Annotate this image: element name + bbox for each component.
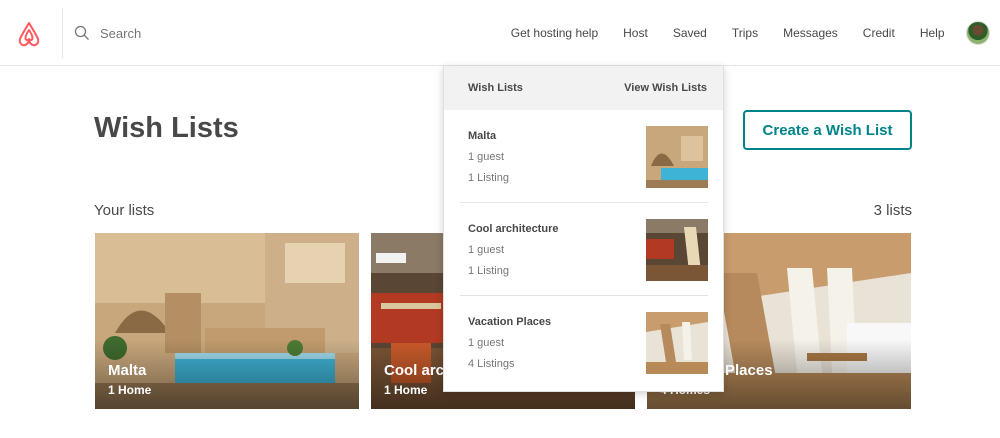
- top-nav: Get hosting help Host Saved Trips Messag…: [498, 0, 1000, 66]
- list-guests: 1 guest: [468, 244, 505, 256]
- nav-host[interactable]: Host: [611, 26, 661, 40]
- cool-architecture-thumbnail: [646, 219, 708, 281]
- list-listings: 4 Listings: [468, 358, 515, 370]
- nav-get-hosting-help[interactable]: Get hosting help: [498, 26, 610, 40]
- nav-trips[interactable]: Trips: [719, 26, 770, 40]
- nav-credit[interactable]: Credit: [850, 26, 907, 40]
- page-title: Wish Lists: [94, 112, 239, 144]
- list-listings: 1 Listing: [468, 172, 509, 184]
- dropdown-item-vacation-places[interactable]: Vacation Places 1 guest 4 Listings: [460, 296, 708, 389]
- card-title: Places: [725, 362, 773, 379]
- list-guests: 1 guest: [468, 151, 505, 163]
- card-title: Cool arc: [384, 362, 445, 379]
- search-icon: [74, 25, 89, 40]
- list-name: Cool architecture: [468, 223, 559, 235]
- malta-thumbnail: [646, 126, 708, 188]
- list-name: Vacation Places: [468, 316, 552, 328]
- card-subtitle: 1 Home: [108, 383, 152, 397]
- card-title: Malta: [108, 362, 147, 379]
- create-wish-list-button[interactable]: Create a Wish List: [743, 110, 912, 150]
- wish-list-card-malta[interactable]: Malta 1 Home: [95, 233, 359, 409]
- nav-saved[interactable]: Saved: [660, 26, 719, 40]
- search-bar[interactable]: [74, 21, 374, 45]
- list-count: 3 lists: [873, 202, 912, 219]
- airbnb-logo-icon[interactable]: [14, 19, 44, 49]
- your-lists-heading: Your lists: [94, 202, 155, 219]
- view-wish-lists-link[interactable]: View Wish Lists: [624, 82, 707, 94]
- dropdown-title: Wish Lists: [468, 82, 523, 94]
- header-divider: [62, 8, 63, 58]
- card-subtitle: 1 Home: [384, 383, 428, 397]
- nav-messages[interactable]: Messages: [771, 26, 851, 40]
- vacation-places-thumbnail: [646, 312, 708, 374]
- list-guests: 1 guest: [468, 337, 505, 349]
- dropdown-item-cool-architecture[interactable]: Cool architecture 1 guest 1 Listing: [460, 203, 708, 296]
- search-input[interactable]: [100, 25, 360, 41]
- top-header: Get hosting help Host Saved Trips Messag…: [0, 0, 1000, 66]
- list-name: Malta: [468, 130, 497, 142]
- nav-help[interactable]: Help: [907, 26, 957, 40]
- user-avatar[interactable]: [966, 21, 990, 45]
- wish-lists-dropdown: Wish Lists View Wish Lists Malta 1 guest…: [443, 66, 724, 392]
- list-listings: 1 Listing: [468, 265, 509, 277]
- dropdown-header: Wish Lists View Wish Lists: [444, 66, 723, 110]
- dropdown-item-malta[interactable]: Malta 1 guest 1 Listing: [460, 110, 708, 203]
